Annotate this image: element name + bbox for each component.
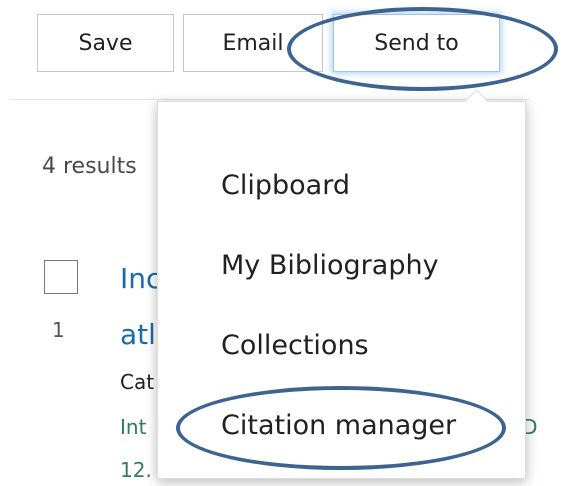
- result-checkbox[interactable]: [44, 260, 78, 294]
- save-button[interactable]: Save: [37, 14, 174, 72]
- menu-item-collections[interactable]: Collections: [221, 330, 369, 361]
- result-date-fragment: 12.: [120, 458, 152, 482]
- toolbar-divider: [10, 99, 530, 100]
- highlight-ellipse-citation-manager: [176, 386, 506, 470]
- result-number: 1: [52, 318, 65, 342]
- result-journal-fragment: Int: [120, 415, 147, 439]
- result-title-fragment[interactable]: atl: [120, 318, 156, 351]
- result-title-fragment[interactable]: Inc: [120, 262, 161, 295]
- highlight-ellipse-send-to: [287, 7, 558, 91]
- menu-item-clipboard[interactable]: Clipboard: [221, 170, 350, 201]
- results-count: 4 results: [42, 154, 137, 179]
- result-authors-fragment: Cat: [120, 370, 155, 394]
- menu-item-my-bibliography[interactable]: My Bibliography: [221, 250, 439, 281]
